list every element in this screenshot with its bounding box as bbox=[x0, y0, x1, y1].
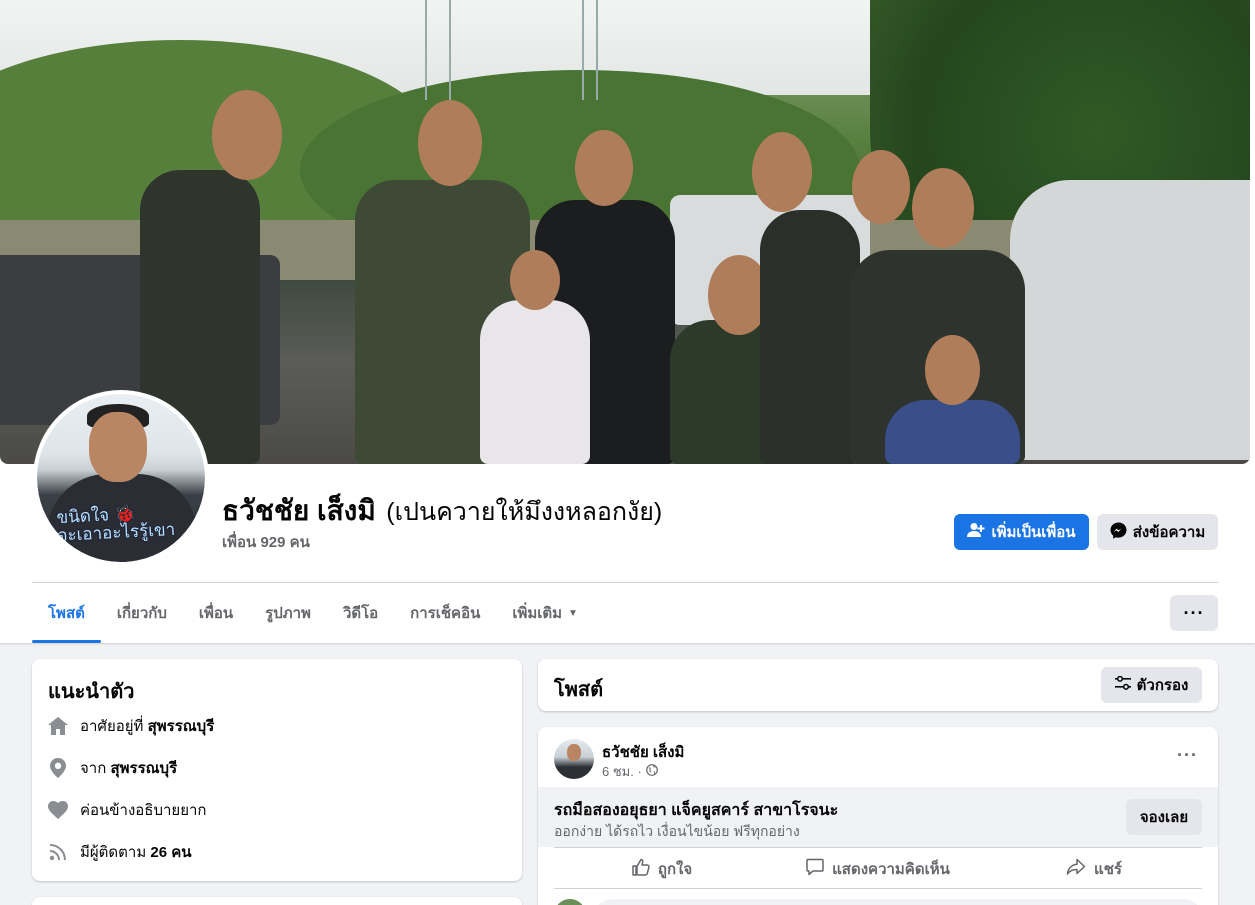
tab-videos[interactable]: วิดีโอ bbox=[327, 583, 394, 643]
tab-label: วิดีโอ bbox=[342, 605, 379, 622]
message-button[interactable]: ส่งข้อความ bbox=[1097, 514, 1218, 550]
like-label: ถูกใจ bbox=[657, 860, 693, 878]
posts-header-card: โพสต์ ตัวกรอง bbox=[538, 659, 1218, 711]
location-pin-icon bbox=[48, 758, 68, 778]
cover-tower bbox=[582, 0, 598, 100]
profile-name: ธวัชชัย เส็งมิ (เปนควายให้มึงงหลอกงัย) bbox=[222, 489, 662, 533]
cover-head bbox=[418, 100, 482, 186]
message-label: ส่งข้อความ bbox=[1132, 524, 1206, 541]
lives-value[interactable]: สุพรรณบุรี bbox=[148, 718, 215, 735]
profile-alt-name: (เปนควายให้มึงงหลอกงัย) bbox=[386, 498, 663, 526]
profile-name-text: ธวัชชัย เส็งมิ bbox=[222, 495, 376, 526]
tab-friends[interactable]: เพื่อน bbox=[183, 583, 249, 643]
globe-icon bbox=[645, 764, 658, 779]
tab-label: การเช็คอิน bbox=[410, 605, 481, 622]
tab-checkins[interactable]: การเช็คอิน bbox=[394, 583, 496, 643]
comment-button[interactable]: แสดงความคิดเห็น bbox=[770, 848, 986, 889]
comment-label: แสดงความคิดเห็น bbox=[832, 860, 950, 878]
from-value[interactable]: สุพรรณบุรี bbox=[110, 760, 177, 777]
post-time[interactable]: 6 ชม. · bbox=[602, 761, 642, 782]
cover-head bbox=[752, 132, 812, 212]
cover-head bbox=[852, 150, 910, 224]
relationship-text: ค่อนข้างอธิบายยาก bbox=[80, 802, 207, 819]
add-friend-icon bbox=[967, 522, 985, 542]
cover-head bbox=[575, 130, 633, 206]
followers-prefix: มีผู้ติดตาม bbox=[80, 844, 147, 861]
home-icon bbox=[48, 716, 68, 736]
post-meta: 6 ชม. · bbox=[602, 761, 658, 782]
add-friend-button[interactable]: เพิ่มเป็นเพื่อน bbox=[954, 514, 1089, 550]
post-author-avatar[interactable] bbox=[554, 739, 594, 779]
post-options-button[interactable]: ··· bbox=[1177, 745, 1198, 766]
profile-header: ขนิดใจ 🐞 จะเอาอะไรรู้เขา ธวัชชัย เส็งมิ … bbox=[0, 0, 1255, 643]
filter-button[interactable]: ตัวกรอง bbox=[1101, 667, 1202, 703]
intro-followers: มีผู้ติดตาม 26 คน bbox=[48, 840, 192, 864]
share-label: แชร์ bbox=[1094, 860, 1122, 878]
post-actions: ถูกใจ แสดงความคิดเห็น แชร์ bbox=[554, 847, 1202, 889]
actions-divider bbox=[554, 888, 1202, 889]
rss-followers-icon bbox=[48, 842, 68, 862]
messenger-icon bbox=[1110, 522, 1127, 543]
ad-subtitle: ออกง่าย ได้รถไว เงื่อนไขน้อย ฟรีทุกอย่าง bbox=[554, 823, 800, 839]
profile-tabs: โพสต์ เกี่ยวกับ เพื่อน รูปภาพ วิดีโอ การ… bbox=[32, 583, 594, 643]
heart-icon bbox=[48, 800, 68, 820]
thumbs-up-icon bbox=[632, 858, 650, 880]
avatar-shirt-text: ขนิดใจ 🐞 จะเอาอะไรรู้เขา bbox=[56, 503, 176, 547]
ad-link-preview[interactable]: รถมือสองอยุธยา แจ็คยูสคาร์ สาขาโรจนะ ออก… bbox=[538, 787, 1218, 847]
like-button[interactable]: ถูกใจ bbox=[554, 848, 770, 889]
intro-lives-in: อาศัยอยู่ที่ สุพรรณบุรี bbox=[48, 714, 214, 738]
tab-label: เพิ่มเติม bbox=[512, 605, 563, 622]
viewer-avatar[interactable] bbox=[554, 899, 586, 905]
comment-bubble-icon bbox=[806, 858, 824, 880]
cover-person bbox=[760, 210, 860, 464]
intro-card: แนะนำตัว อาศัยอยู่ที่ สุพรรณบุรี จาก สุพ… bbox=[32, 659, 522, 881]
avatar-face bbox=[567, 744, 581, 761]
cover-head bbox=[212, 90, 282, 180]
cover-head bbox=[510, 250, 560, 310]
lives-prefix: อาศัยอยู่ที่ bbox=[80, 718, 144, 735]
cover-head bbox=[925, 335, 980, 405]
profile-avatar[interactable]: ขนิดใจ 🐞 จะเอาอะไรรู้เขา bbox=[33, 390, 209, 566]
intro-relationship: ค่อนข้างอธิบายยาก bbox=[48, 798, 207, 822]
book-now-button[interactable]: จองเลย bbox=[1126, 799, 1202, 835]
intro-from: จาก สุพรรณบุรี bbox=[48, 756, 177, 780]
tab-posts[interactable]: โพสต์ bbox=[32, 583, 101, 643]
more-options-button[interactable]: ··· bbox=[1170, 595, 1218, 631]
tab-photos[interactable]: รูปภาพ bbox=[249, 583, 327, 643]
caret-down-icon: ▼ bbox=[568, 607, 578, 619]
cover-truck bbox=[1010, 180, 1250, 460]
share-button[interactable]: แชร์ bbox=[986, 848, 1202, 889]
filter-label: ตัวกรอง bbox=[1136, 677, 1189, 694]
filter-sliders-icon bbox=[1114, 675, 1131, 694]
cover-head bbox=[912, 168, 974, 248]
cover-photo[interactable] bbox=[0, 0, 1250, 464]
tab-label: รูปภาพ bbox=[265, 605, 311, 622]
cover-tower bbox=[425, 0, 451, 100]
cover-person bbox=[885, 400, 1020, 464]
avatar-face bbox=[89, 412, 147, 482]
intro-title: แนะนำตัว bbox=[48, 681, 135, 703]
friends-count[interactable]: เพื่อน 929 คน bbox=[222, 530, 310, 554]
add-friend-label: เพิ่มเป็นเพื่อน bbox=[991, 524, 1076, 541]
followers-value[interactable]: 26 คน bbox=[150, 844, 191, 861]
cover-person bbox=[480, 300, 590, 464]
post-card: ธวัชชัย เส็งมิ 6 ชม. · ··· รถมือสองอยุธย… bbox=[538, 727, 1218, 905]
tab-label: เกี่ยวกับ bbox=[116, 605, 167, 622]
posts-title: โพสต์ bbox=[554, 679, 604, 701]
share-arrow-icon bbox=[1066, 858, 1086, 880]
tab-label: โพสต์ bbox=[48, 605, 85, 622]
comment-input[interactable] bbox=[594, 899, 1202, 905]
tab-label: เพื่อน bbox=[198, 605, 234, 622]
tab-more[interactable]: เพิ่มเติม ▼ bbox=[496, 583, 594, 643]
from-prefix: จาก bbox=[80, 760, 107, 777]
tab-about[interactable]: เกี่ยวกับ bbox=[101, 583, 183, 643]
photos-card bbox=[32, 897, 522, 905]
avatar-photo: ขนิดใจ 🐞 จะเอาอะไรรู้เขา bbox=[37, 394, 205, 562]
ad-title: รถมือสองอยุธยา แจ็คยูสคาร์ สาขาโรจนะ bbox=[554, 802, 839, 819]
